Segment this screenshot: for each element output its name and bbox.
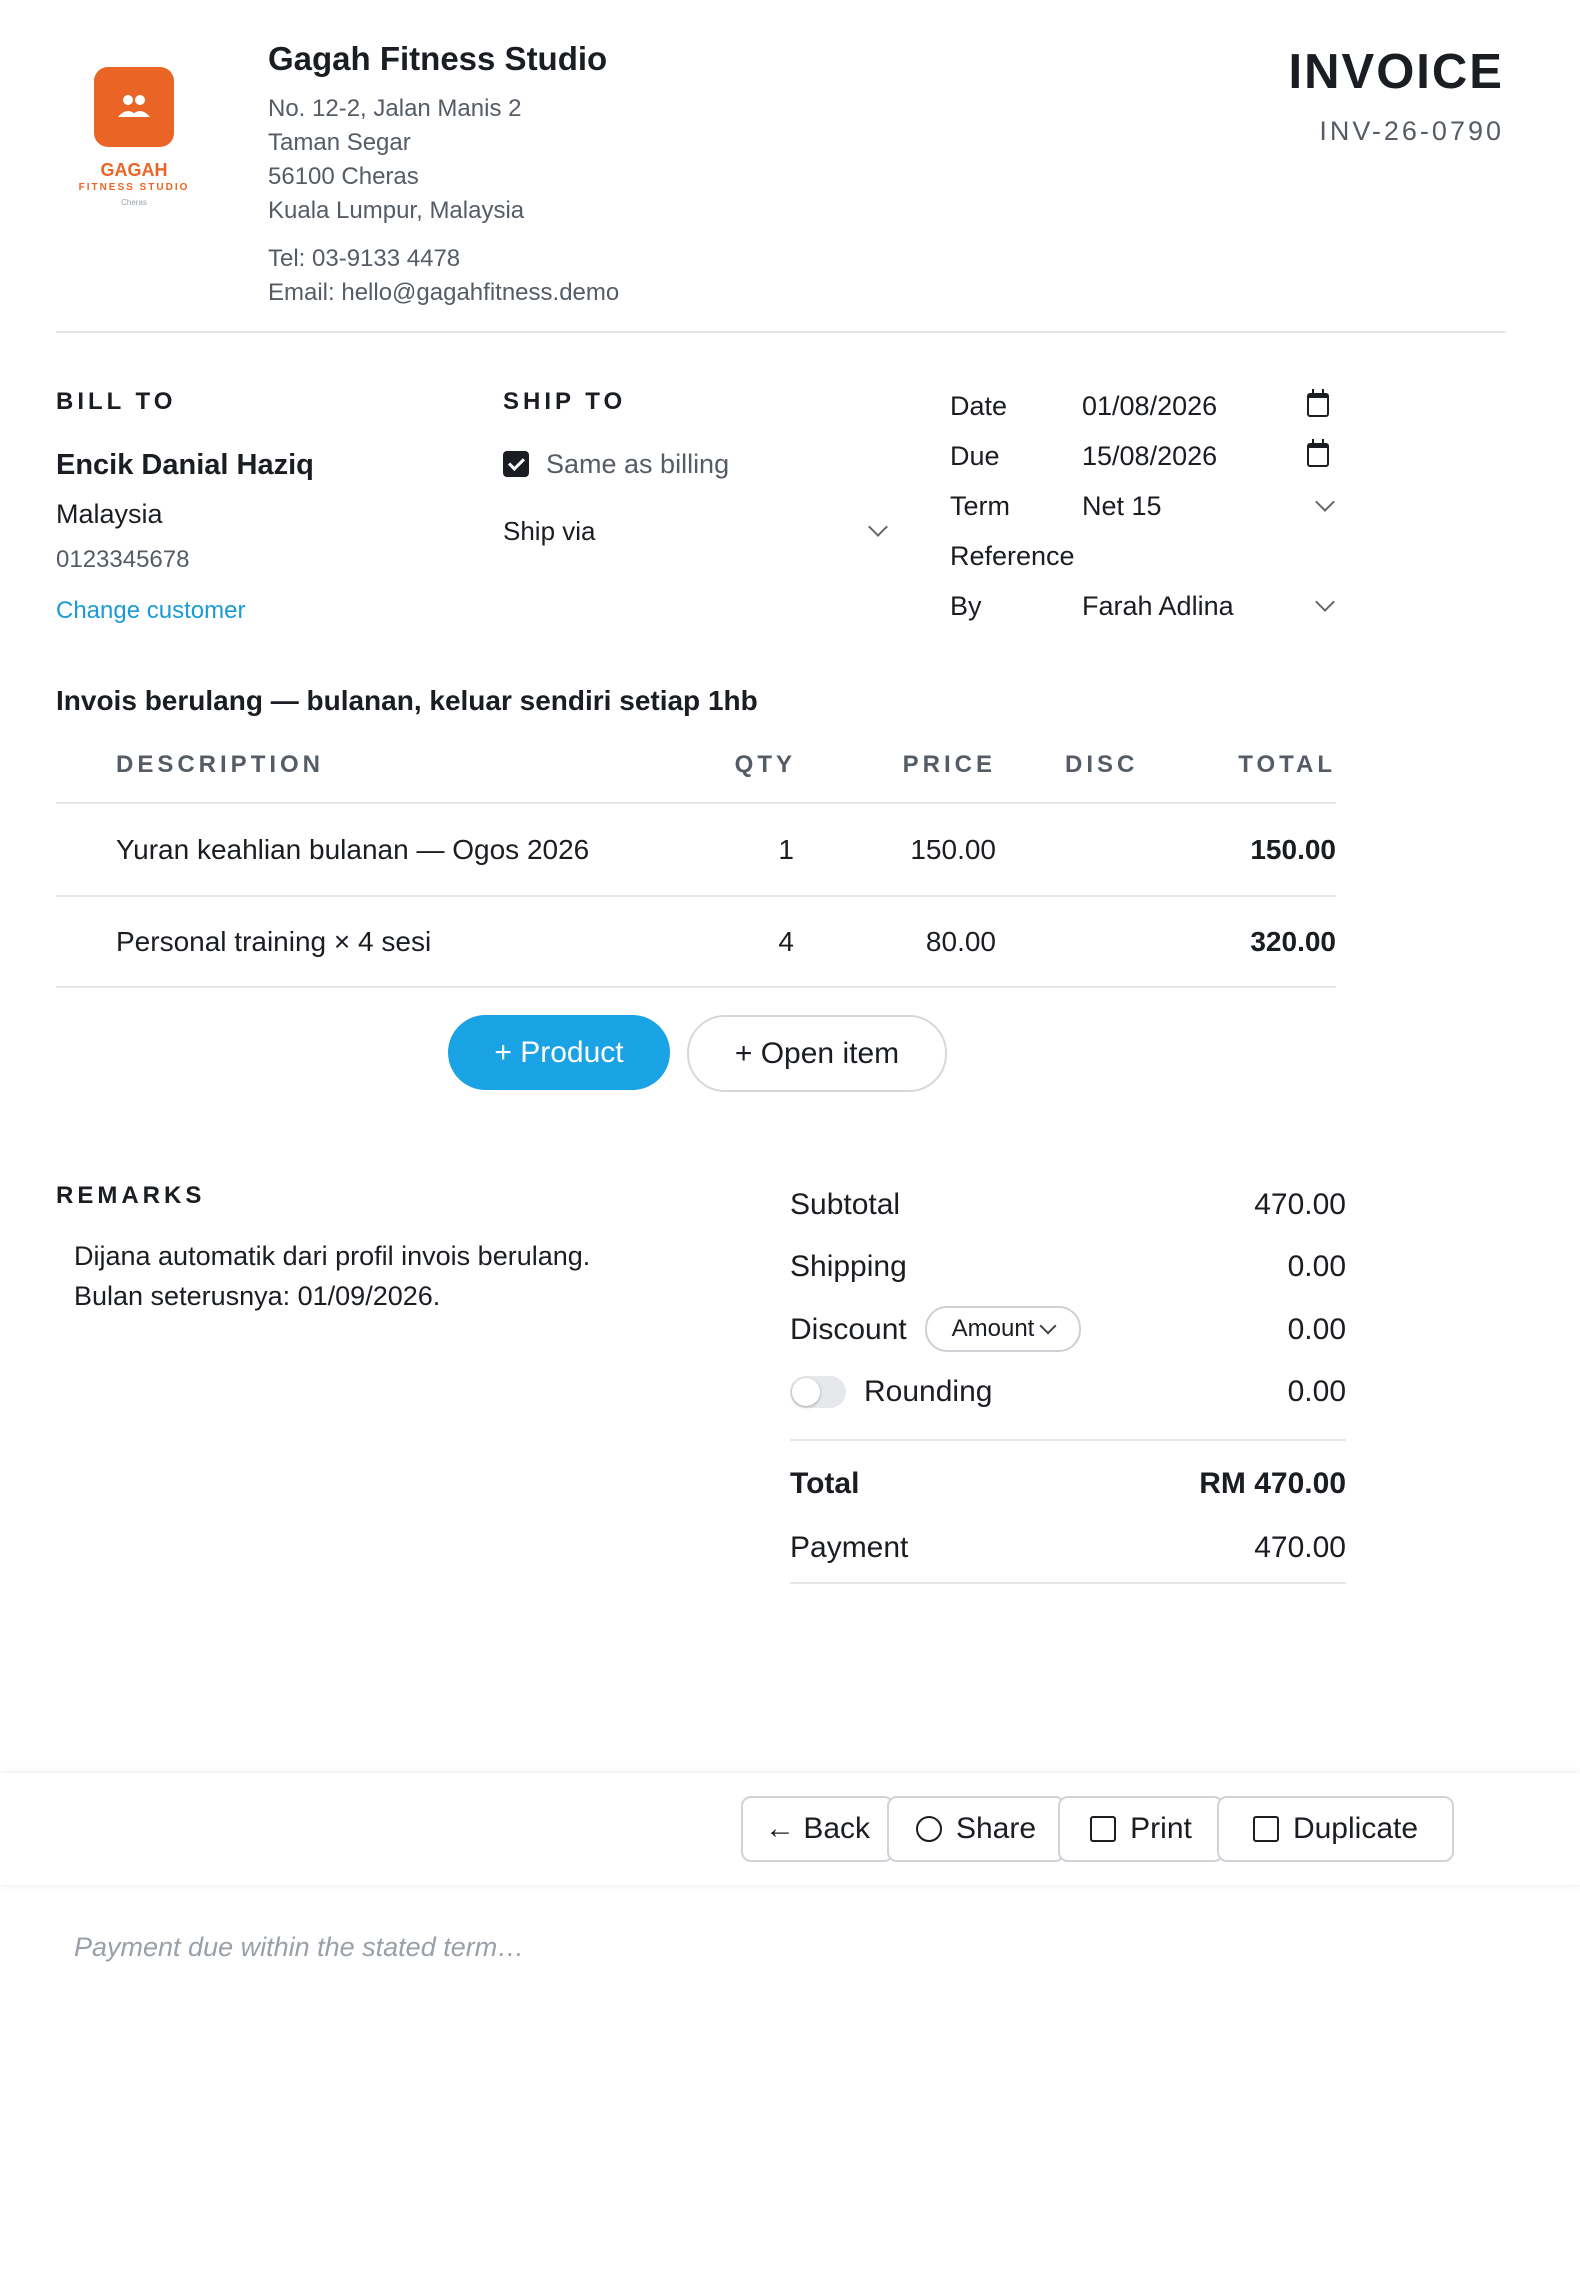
- row-total: 320.00: [1250, 926, 1336, 957]
- duplicate-button[interactable]: Duplicate: [1217, 1796, 1454, 1862]
- summary-divider: [790, 1582, 1346, 1584]
- rounding-value: 0.00: [1287, 1375, 1346, 1408]
- row-qty[interactable]: 1: [778, 834, 794, 866]
- shipping-value[interactable]: 0.00: [1288, 1250, 1346, 1284]
- shipping-label: Shipping: [790, 1250, 907, 1283]
- table-divider: [56, 802, 1336, 804]
- share-button[interactable]: Share: [887, 1796, 1065, 1862]
- toggle-knob: [792, 1378, 820, 1406]
- row-qty[interactable]: 4: [778, 926, 794, 958]
- date-field[interactable]: 01/08/2026: [1082, 391, 1217, 422]
- col-price: PRICE: [902, 751, 996, 778]
- row-price[interactable]: 150.00: [910, 834, 996, 866]
- table-divider: [56, 986, 1336, 988]
- address-line-4: Kuala Lumpur, Malaysia: [268, 197, 525, 224]
- customer-name: Encik Danial Haziq: [56, 449, 314, 481]
- discount-label: Discount: [790, 1313, 907, 1346]
- duplicate-icon: [1252, 1816, 1279, 1842]
- term-select[interactable]: Net 15: [1082, 487, 1342, 527]
- chevron-down-icon: [1039, 1317, 1057, 1335]
- payment-value[interactable]: 470.00: [1254, 1531, 1346, 1565]
- address-line-1: No. 12-2, Jalan Manis 2: [268, 95, 522, 122]
- logo-location: Cheras: [121, 198, 147, 207]
- remarks-line-1[interactable]: Dijana automatik dari profil invois beru…: [74, 1241, 590, 1272]
- row-price[interactable]: 80.00: [926, 926, 996, 958]
- total-value: RM 470.00: [1199, 1467, 1346, 1500]
- discount-value[interactable]: 0.00: [1288, 1313, 1346, 1347]
- payment-label: Payment: [790, 1531, 909, 1564]
- col-disc: DISC: [1065, 751, 1139, 778]
- logo-wordmark: GAGAH: [100, 160, 168, 180]
- add-open-item-button[interactable]: + Open item: [687, 1015, 947, 1092]
- customer-phone: 0123345678: [56, 546, 190, 573]
- subtotal-label: Subtotal: [790, 1188, 901, 1221]
- ship-via-select[interactable]: Ship via: [503, 512, 893, 552]
- share-label: Share: [955, 1812, 1037, 1845]
- header-divider: [56, 331, 1506, 333]
- print-label: Print: [1130, 1812, 1192, 1845]
- chevron-down-icon: [1315, 492, 1335, 512]
- salesperson-select[interactable]: Farah Adlina: [1082, 587, 1342, 627]
- ship-to-heading: SHIP TO: [503, 388, 627, 415]
- users-icon: [94, 67, 174, 147]
- col-description: DESCRIPTION: [116, 751, 325, 778]
- ship-via-label: Ship via: [503, 516, 596, 546]
- chevron-down-icon: [868, 517, 888, 537]
- same-as-billing-label: Same as billing: [546, 449, 730, 479]
- share-icon: [915, 1816, 942, 1842]
- row-total: 150.00: [1250, 834, 1336, 865]
- date-label: Date: [950, 391, 1008, 421]
- calendar-icon[interactable]: [1307, 389, 1329, 417]
- address-line-2: Taman Segar: [268, 129, 411, 156]
- row-description[interactable]: Personal training × 4 sesi: [116, 926, 431, 958]
- invoice-title: INVOICE: [1288, 45, 1504, 99]
- discount-mode-value: Amount: [951, 1315, 1035, 1342]
- rounding-toggle[interactable]: [790, 1376, 846, 1408]
- rounding-label: Rounding: [864, 1375, 993, 1408]
- print-button[interactable]: Print: [1058, 1796, 1224, 1862]
- total-label: Total: [790, 1467, 860, 1500]
- remarks-line-2[interactable]: Bulan seterusnya: 01/09/2026.: [74, 1281, 440, 1312]
- term-label: Term: [950, 491, 1010, 521]
- back-button[interactable]: ← Back: [741, 1796, 894, 1862]
- table-divider: [56, 895, 1336, 897]
- due-date-field[interactable]: 15/08/2026: [1082, 441, 1217, 472]
- discount-mode-select[interactable]: Amount: [925, 1306, 1081, 1352]
- due-label: Due: [950, 441, 1000, 471]
- logo-subtitle: FITNESS STUDIO: [78, 182, 190, 193]
- row-description[interactable]: Yuran keahlian bulanan — Ogos 2026: [116, 834, 589, 866]
- recurring-note: Invois berulang — bulanan, keluar sendir…: [56, 685, 758, 716]
- address-line-3: 56100 Cheras: [268, 163, 419, 190]
- bill-to-heading: BILL TO: [56, 388, 177, 415]
- reference-label: Reference: [950, 541, 1075, 571]
- summary-divider: [790, 1439, 1346, 1441]
- col-qty: QTY: [734, 751, 796, 778]
- footer-note-input[interactable]: Payment due within the stated term…: [74, 1932, 524, 1963]
- remarks-heading: REMARKS: [56, 1182, 206, 1209]
- company-tel: Tel: 03-9133 4478: [268, 245, 461, 272]
- subtotal-value: 470.00: [1254, 1188, 1346, 1221]
- print-icon: [1090, 1816, 1117, 1842]
- change-customer-link[interactable]: Change customer: [56, 597, 245, 625]
- same-as-billing-checkbox[interactable]: [503, 451, 529, 477]
- add-product-button[interactable]: + Product: [448, 1015, 670, 1090]
- invoice-number: INV-26-0790: [1319, 116, 1504, 146]
- term-value: Net 15: [1082, 491, 1162, 521]
- duplicate-label: Duplicate: [1292, 1812, 1419, 1845]
- calendar-icon[interactable]: [1307, 439, 1329, 467]
- salesperson-value: Farah Adlina: [1082, 591, 1234, 621]
- col-total: TOTAL: [1238, 751, 1336, 778]
- company-email: Email: hello@gagahfitness.demo: [268, 279, 620, 306]
- back-label: ← Back: [764, 1812, 871, 1845]
- customer-country: Malaysia: [56, 499, 163, 529]
- chevron-down-icon: [1315, 592, 1335, 612]
- company-name: Gagah Fitness Studio: [268, 40, 608, 77]
- by-label: By: [950, 591, 982, 621]
